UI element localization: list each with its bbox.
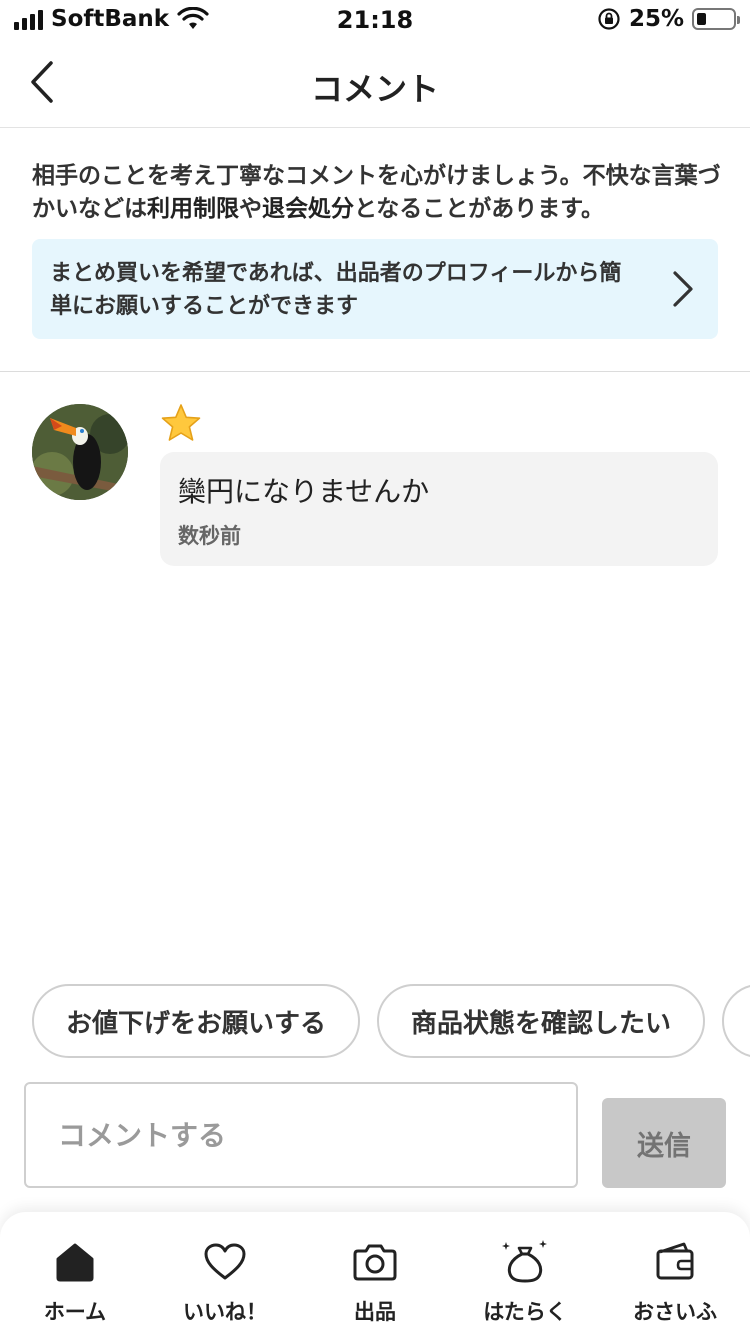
wallet-icon — [656, 1242, 694, 1280]
notice-bold-account-termination: 退会処分 — [262, 196, 354, 222]
tab-home[interactable]: ホーム — [0, 1212, 150, 1334]
toucan-avatar-image — [32, 404, 128, 500]
bulk-purchase-banner[interactable]: まとめ買いを希望であれば、出品者のプロフィールから簡単にお願いすることができます — [32, 239, 718, 339]
rotation-lock-icon — [598, 8, 620, 30]
tab-wallet[interactable]: おさいふ — [600, 1212, 750, 1334]
battery-percent: 25% — [628, 6, 684, 32]
tab-bar: ホーム いいね！ 出品 はたらく おさいふ — [0, 1212, 750, 1334]
tab-label: いいね！ — [183, 1300, 267, 1324]
notice-bold-usage-restriction: 利用制限 — [147, 196, 239, 222]
comment-input[interactable] — [24, 1082, 578, 1188]
notice-text-end: となることがあります。 — [354, 196, 605, 222]
money-bag-icon — [502, 1240, 547, 1283]
comment-bubble: 欒円になりませんか 数秒前 — [160, 452, 718, 566]
comment-timestamp: 数秒前 — [178, 524, 241, 548]
comment-guideline-notice: 相手のことを考え丁寧なコメントを心がけましょう。不快な言葉づかいなどは利用制限や… — [32, 160, 722, 226]
tab-sell[interactable]: 出品 — [300, 1212, 450, 1334]
bulk-purchase-text: まとめ買いを希望であれば、出品者のプロフィールから簡単にお願いすることができます — [50, 261, 622, 319]
send-button[interactable]: 送信 — [602, 1098, 726, 1188]
quick-reply-chip[interactable]: お値下げをお願いする — [32, 984, 360, 1058]
battery-level — [697, 13, 706, 25]
tab-likes[interactable]: いいね！ — [150, 1212, 300, 1334]
status-right: 25% — [597, 6, 740, 32]
tab-label: おさいふ — [633, 1300, 717, 1324]
notice-text-connector: や — [239, 196, 262, 222]
comment-text: 欒円になりませんか — [178, 475, 430, 508]
battery-icon — [692, 8, 740, 30]
tab-label: はたらく — [483, 1300, 567, 1324]
home-icon — [56, 1243, 94, 1282]
heart-icon — [204, 1243, 246, 1280]
quick-reply-chip[interactable]: 商品状態を確認したい — [377, 984, 705, 1058]
status-bar: SoftBank 21:18 25% — [0, 0, 750, 44]
quick-reply-chip[interactable]: 写 — [722, 984, 750, 1058]
quick-reply-chips: お値下げをお願いする 商品状態を確認したい 写 — [32, 984, 750, 1060]
chevron-right-icon — [673, 271, 693, 307]
star-icon — [161, 404, 201, 441]
page-title: コメント — [310, 70, 439, 108]
tab-label: ホーム — [43, 1300, 107, 1324]
tab-work[interactable]: はたらく — [450, 1212, 600, 1334]
header: コメント — [0, 44, 750, 128]
tab-label: 出品 — [354, 1300, 396, 1324]
divider — [0, 371, 750, 372]
camera-icon — [353, 1244, 397, 1281]
avatar[interactable] — [32, 404, 128, 500]
